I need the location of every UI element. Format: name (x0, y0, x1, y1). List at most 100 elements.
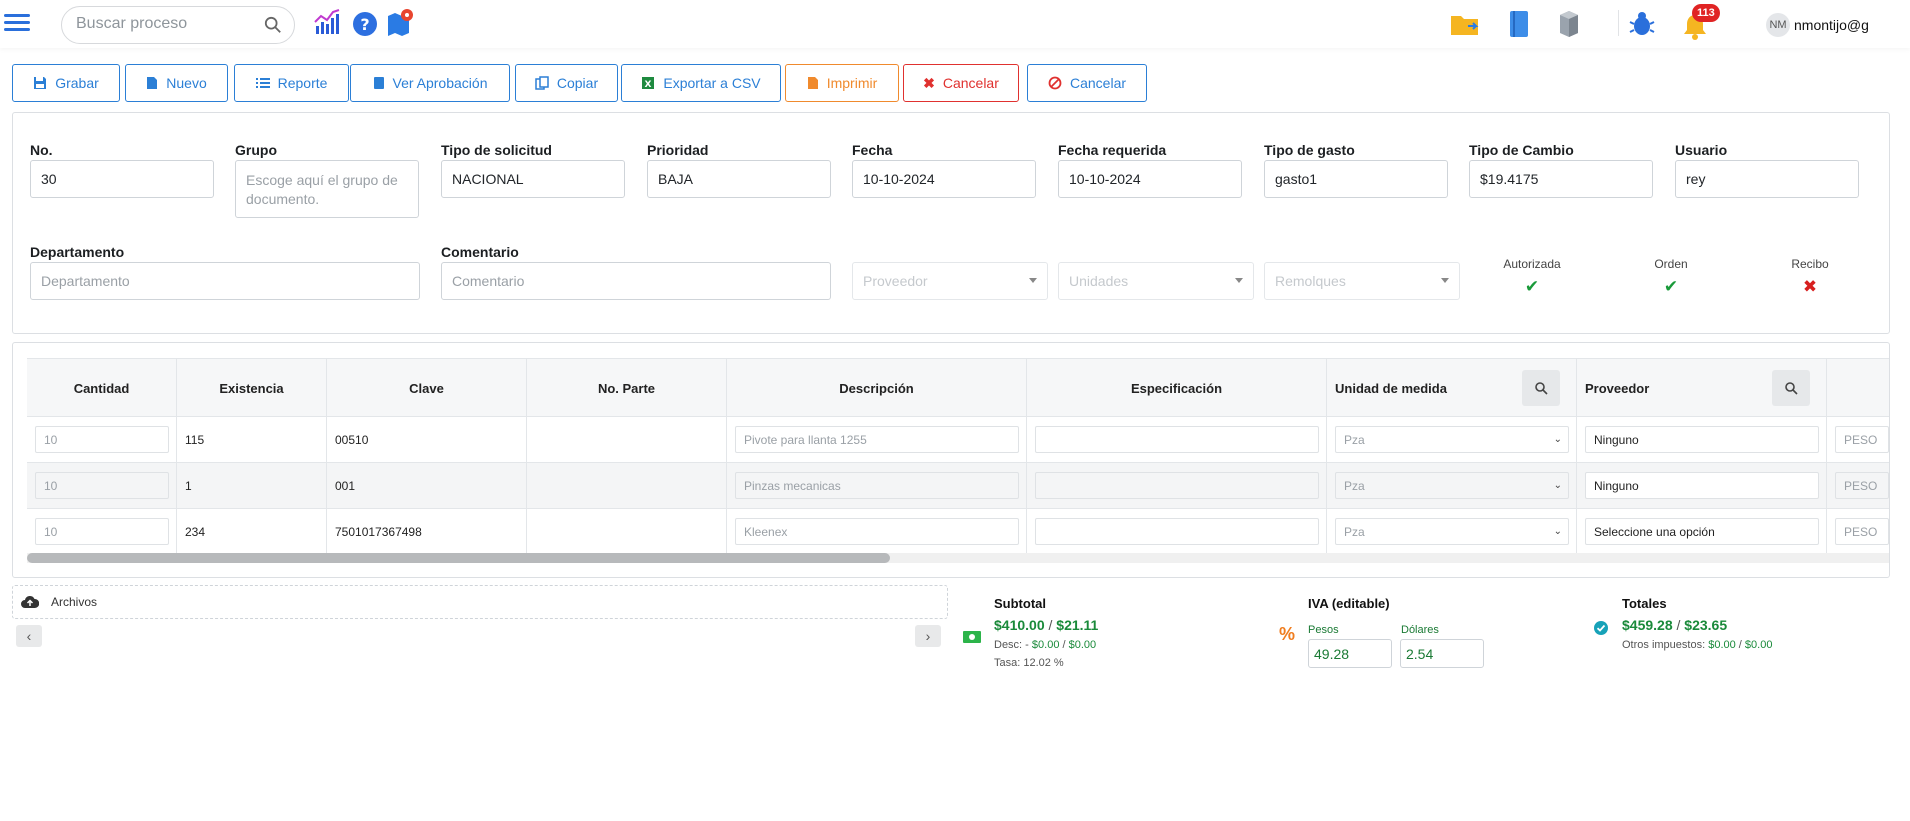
separator: / (1048, 617, 1053, 633)
clave-cell: 7501017367498 (327, 509, 527, 554)
proveedor-input[interactable]: Seleccione una opción (1585, 518, 1819, 545)
folder-icon[interactable] (1450, 10, 1480, 38)
departamento-field[interactable]: Departamento (30, 262, 420, 300)
cantidad-input[interactable]: 10 (35, 518, 169, 545)
descripcion-input[interactable]: Kleenex (735, 518, 1019, 545)
cantidad-input[interactable]: 10 (35, 472, 169, 499)
pdf-icon (807, 77, 818, 89)
proveedor-select[interactable]: Proveedor (852, 262, 1048, 300)
iva-title: IVA (editable) (1308, 596, 1390, 611)
totals-pesos: $459.28 (1622, 617, 1673, 633)
clave-cell: 00510 (327, 417, 527, 462)
otros-label: Otros impuestos: (1622, 639, 1706, 651)
save-label: Grabar (55, 75, 99, 91)
user-menu[interactable]: NM nmontijo@g (1766, 13, 1869, 37)
iva-pesos-input[interactable]: 49.28 (1308, 639, 1392, 668)
cantidad-input[interactable]: 10 (35, 426, 169, 453)
usuario-field[interactable]: rey (1675, 160, 1859, 198)
menu-icon[interactable] (4, 14, 30, 34)
new-button[interactable]: Nuevo (125, 64, 228, 102)
report-button[interactable]: Reporte (234, 64, 349, 102)
unidad-select[interactable]: Pza ⌄ (1335, 472, 1569, 499)
chevron-right-icon[interactable]: › (915, 625, 941, 647)
print-button[interactable]: Imprimir (785, 64, 899, 102)
cancel-document-button[interactable]: Cancelar (1027, 64, 1147, 102)
iva-block: IVA (editable) (1308, 596, 1390, 611)
no-field[interactable]: 30 (30, 160, 214, 198)
chevron-down-icon: ⌄ (1553, 480, 1562, 491)
status-orden-label: Orden (1654, 257, 1688, 271)
search-unit-button[interactable] (1522, 370, 1560, 406)
cancel-label: Cancelar (942, 75, 999, 91)
export-csv-button[interactable]: X Exportar a CSV (621, 64, 781, 102)
list-icon (255, 78, 270, 88)
no-parte-cell (527, 463, 727, 508)
scrollbar-thumb[interactable] (27, 553, 890, 563)
descripcion-input[interactable]: Pinzas mecanicas (735, 472, 1019, 499)
view-approval-button[interactable]: Ver Aprobación (350, 64, 510, 102)
copy-button[interactable]: Copiar (515, 64, 618, 102)
moneda-input[interactable]: PESO (1835, 518, 1889, 545)
especificacion-input[interactable] (1035, 426, 1319, 453)
moneda-input[interactable]: PESO (1835, 426, 1889, 453)
totals-amounts: $459.28 / $23.65 (1622, 617, 1772, 633)
totals-title: Totales (1622, 596, 1667, 611)
files-dropzone[interactable]: Archivos (12, 585, 948, 619)
unidad-select[interactable]: Pza ⌄ (1335, 426, 1569, 453)
unidad-select[interactable]: Pza ⌄ (1335, 518, 1569, 545)
remolques-select[interactable]: Remolques (1264, 262, 1460, 300)
descripcion-input[interactable]: Pivote para llanta 1255 (735, 426, 1019, 453)
chevron-left-icon[interactable]: ‹ (16, 625, 42, 647)
desc-label: Desc: - (994, 639, 1029, 651)
column-header: Existencia (177, 359, 327, 417)
especificacion-input[interactable] (1035, 518, 1319, 545)
especificacion-input[interactable] (1035, 472, 1319, 499)
save-button[interactable]: Grabar (12, 64, 120, 102)
comentario-field[interactable]: Comentario (441, 262, 831, 300)
svg-text:?: ? (360, 15, 369, 34)
fecha-field[interactable]: 10-10-2024 (852, 160, 1036, 198)
check-icon: ✔ (1663, 277, 1679, 296)
unidades-select-label: Unidades (1069, 273, 1129, 289)
prioridad-field[interactable]: BAJA (647, 160, 831, 198)
chart-icon[interactable] (313, 8, 341, 36)
bug-icon[interactable] (1628, 10, 1656, 38)
tipo-gasto-field[interactable]: gasto1 (1264, 160, 1448, 198)
remolques-select-label: Remolques (1275, 273, 1346, 289)
print-label: Imprimir (826, 75, 878, 91)
search-provider-button[interactable] (1772, 370, 1810, 406)
map-icon[interactable] (386, 8, 414, 36)
clave-cell: 001 (327, 463, 527, 508)
chevron-down-icon (1441, 278, 1449, 283)
horizontal-scrollbar[interactable] (27, 553, 1889, 563)
fecha-requerida-field[interactable]: 10-10-2024 (1058, 160, 1242, 198)
column-header: No. Parte (527, 359, 727, 417)
grupo-label: Grupo (235, 142, 277, 158)
box-icon[interactable] (1558, 9, 1580, 39)
proveedor-input[interactable]: Ninguno (1585, 426, 1819, 453)
x-icon: ✖ (1802, 277, 1818, 296)
search-icon[interactable] (264, 16, 282, 34)
tipo-solicitud-field[interactable]: NACIONAL (441, 160, 625, 198)
copy-label: Copiar (556, 75, 599, 91)
desc-dolares: $0.00 (1068, 639, 1097, 651)
departamento-label: Departamento (30, 244, 125, 260)
iva-dolares-input[interactable]: 2.54 (1400, 639, 1484, 668)
search-box[interactable] (61, 6, 295, 44)
tipo-cambio-label: Tipo de Cambio (1469, 142, 1574, 158)
grupo-field[interactable]: Escoge aquí el grupo de documento. (235, 160, 419, 218)
proveedor-input[interactable]: Ninguno (1585, 472, 1819, 499)
search-input[interactable] (76, 15, 256, 33)
book-icon[interactable] (1508, 9, 1530, 39)
chevron-down-icon: ⌄ (1553, 526, 1562, 537)
moneda-input[interactable]: PESO (1835, 472, 1889, 499)
unidad-value: Pza (1344, 524, 1365, 539)
cancel-button[interactable]: ✖ Cancelar (903, 64, 1019, 102)
tipo-cambio-field[interactable]: $19.4175 (1469, 160, 1653, 198)
file-icon (147, 77, 158, 89)
check-icon: ✔ (1524, 277, 1540, 296)
help-icon[interactable]: ? (352, 11, 378, 37)
notification-badge: 113 (1692, 4, 1720, 22)
tasa-line: Tasa: 12.02 % (994, 657, 1064, 669)
unidades-select[interactable]: Unidades (1058, 262, 1254, 300)
